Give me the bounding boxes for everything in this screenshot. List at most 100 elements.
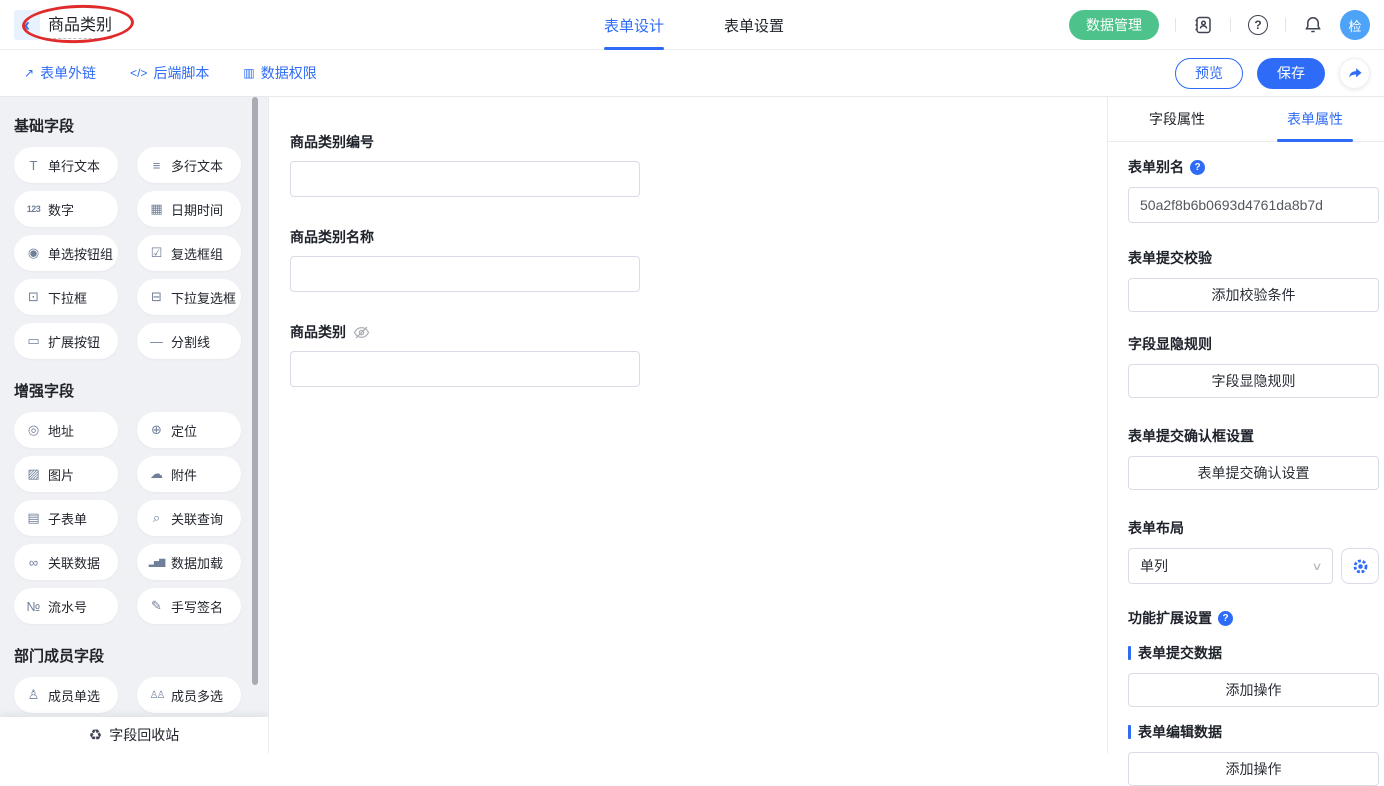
bar-chart-icon: ▂▅▇ [148,558,165,567]
form-canvas[interactable]: 商品类别编号 商品类别名称 商品类别 [268,97,1108,753]
panel-body: 表单别名 ? 表单提交校验 添加校验条件 字段显隐规则 字段显隐规则 表单提交确… [1108,157,1384,786]
help-badge-icon[interactable]: ? [1190,160,1205,175]
eye-hidden-icon [353,325,370,340]
add-validation-button[interactable]: 添加校验条件 [1128,278,1379,312]
field-recycle-bin[interactable]: ♻ 字段回收站 [0,717,268,753]
cloud-upload-icon: ☁ [148,466,165,482]
toolbar-links: ↗ 表单外链 </> 后端脚本 ▥ 数据权限 [14,63,317,83]
tab-form-properties[interactable]: 表单属性 [1246,97,1384,141]
properties-panel: 字段属性 表单属性 表单别名 ? 表单提交校验 添加校验条件 字段显隐规则 字段… [1108,97,1384,753]
palette-item-select[interactable]: ⊡下拉框 [14,279,118,315]
field-label: 商品类别编号 [290,132,1087,152]
sub-form-icon: ▤ [25,510,42,526]
product-category-name-input[interactable] [290,256,640,292]
back-chevron-icon: ‹ [24,15,30,36]
gear-icon [1352,558,1369,575]
palette-item-location[interactable]: ⊕定位 [137,412,241,448]
product-category-code-field[interactable]: 商品类别编号 [290,132,1087,197]
share-arrow-icon [1347,65,1363,81]
help-icon[interactable]: ? [1247,14,1269,36]
tab-form-design[interactable]: 表单设计 [604,0,664,50]
palette-item-data-load[interactable]: ▂▅▇数据加载 [137,544,241,580]
palette-item-signature[interactable]: ✎手写签名 [137,588,241,624]
avatar[interactable]: 检 [1340,10,1370,40]
palette-item-address[interactable]: ◎地址 [14,412,118,448]
add-action-submit-button[interactable]: 添加操作 [1128,673,1379,707]
divider-line-icon: — [148,334,165,349]
divider [1230,18,1231,32]
related-data-icon: ∞ [25,555,42,570]
people-icon: ♙♙ [148,690,165,701]
palette-item-number[interactable]: 123数字 [14,191,118,227]
pen-icon: ✎ [148,598,165,614]
edit-data-subhead: 表单编辑数据 [1128,722,1379,742]
product-category-name-field[interactable]: 商品类别名称 [290,227,1087,292]
preview-button[interactable]: 预览 [1175,58,1243,89]
number-icon: 123 [25,204,42,214]
palette-item-checkbox-group[interactable]: ☑复选框组 [137,235,241,271]
data-manage-button[interactable]: 数据管理 [1069,10,1159,40]
ext-settings-label: 功能扩展设置 ? [1128,608,1379,628]
external-link-icon: ↗ [24,66,34,80]
palette-item-sub-form[interactable]: ▤子表单 [14,500,118,536]
sidebar-scrollbar[interactable] [252,97,258,685]
data-permission-link[interactable]: ▥ 数据权限 [243,63,316,83]
recycle-icon: ♻ [89,726,102,744]
form-layout-label: 表单布局 [1128,518,1379,538]
palette-item-related-data[interactable]: ∞关联数据 [14,544,118,580]
field-label: 商品类别 [290,322,1087,342]
palette-item-radio-group[interactable]: ◉单选按钮组 [14,235,118,271]
enhanced-fields-grid: ◎地址 ⊕定位 ▨图片 ☁附件 ▤子表单 ⌕关联查询 ∞关联数据 ▂▅▇数据加载… [14,412,268,624]
product-category-code-input[interactable] [290,161,640,197]
field-palette-sidebar: 基础字段 T单行文本 ≡多行文本 123数字 ▦日期时间 ◉单选按钮组 ☑复选框… [0,97,268,753]
palette-item-attachment[interactable]: ☁附件 [137,456,241,492]
palette-item-divider[interactable]: —分割线 [137,323,241,359]
palette-item-related-query[interactable]: ⌕关联查询 [137,500,241,536]
submit-confirm-label: 表单提交确认框设置 [1128,426,1379,446]
related-query-icon: ⌕ [148,510,165,526]
person-icon: ♙ [25,687,42,703]
submit-confirm-setting-button[interactable]: 表单提交确认设置 [1128,456,1379,490]
select-icon: ⊡ [25,289,42,305]
checkbox-icon: ☑ [148,245,165,261]
field-visibility-label: 字段显隐规则 [1128,334,1379,354]
palette-item-datetime[interactable]: ▦日期时间 [137,191,241,227]
layout-select[interactable]: 单列 ∨ [1128,548,1333,584]
palette-item-single-line-text[interactable]: T单行文本 [14,147,118,183]
tab-field-properties[interactable]: 字段属性 [1108,97,1246,141]
add-action-edit-button[interactable]: 添加操作 [1128,752,1379,786]
form-layout-row: 单列 ∨ [1128,548,1379,584]
help-badge-icon[interactable]: ? [1218,611,1233,626]
notification-bell-icon[interactable] [1302,14,1324,36]
tab-form-settings[interactable]: 表单设置 [724,0,784,50]
palette-item-member-multi[interactable]: ♙♙成员多选 [137,677,241,713]
product-category-input[interactable] [290,351,640,387]
layout-gear-button[interactable] [1341,548,1379,584]
palette-item-multi-select[interactable]: ⊟下拉复选框 [137,279,241,315]
save-button[interactable]: 保存 [1257,58,1325,89]
section-title-basic-fields: 基础字段 [14,115,268,136]
address-pin-icon: ◎ [25,422,42,438]
palette-item-extend-button[interactable]: ▭扩展按钮 [14,323,118,359]
form-alias-input[interactable] [1128,187,1379,223]
back-button[interactable]: ‹ [14,10,40,40]
page-title[interactable]: 商品类别 [48,11,112,39]
field-visibility-rule-button[interactable]: 字段显隐规则 [1128,364,1379,398]
basic-fields-grid: T单行文本 ≡多行文本 123数字 ▦日期时间 ◉单选按钮组 ☑复选框组 ⊡下拉… [14,147,268,359]
palette-item-member-single[interactable]: ♙成员单选 [14,677,118,713]
product-category-field[interactable]: 商品类别 [290,322,1087,387]
section-title-enhanced-fields: 增强字段 [14,380,268,401]
image-icon: ▨ [25,466,42,482]
contacts-book-icon[interactable] [1192,14,1214,36]
form-external-link[interactable]: ↗ 表单外链 [24,63,96,83]
palette-item-serial-number[interactable]: №流水号 [14,588,118,624]
share-button[interactable] [1339,58,1370,89]
app-header: ‹ 商品类别 表单设计 表单设置 数据管理 ? 检 [0,0,1384,50]
palette-item-multi-line-text[interactable]: ≡多行文本 [137,147,241,183]
chevron-down-icon: ∨ [1311,560,1322,573]
form-toolbar: ↗ 表单外链 </> 后端脚本 ▥ 数据权限 预览 保存 [0,50,1384,97]
section-title-member-fields: 部门成员字段 [14,645,268,666]
backend-script-link[interactable]: </> 后端脚本 [130,63,209,83]
submit-data-subhead: 表单提交数据 [1128,643,1379,663]
palette-item-image[interactable]: ▨图片 [14,456,118,492]
